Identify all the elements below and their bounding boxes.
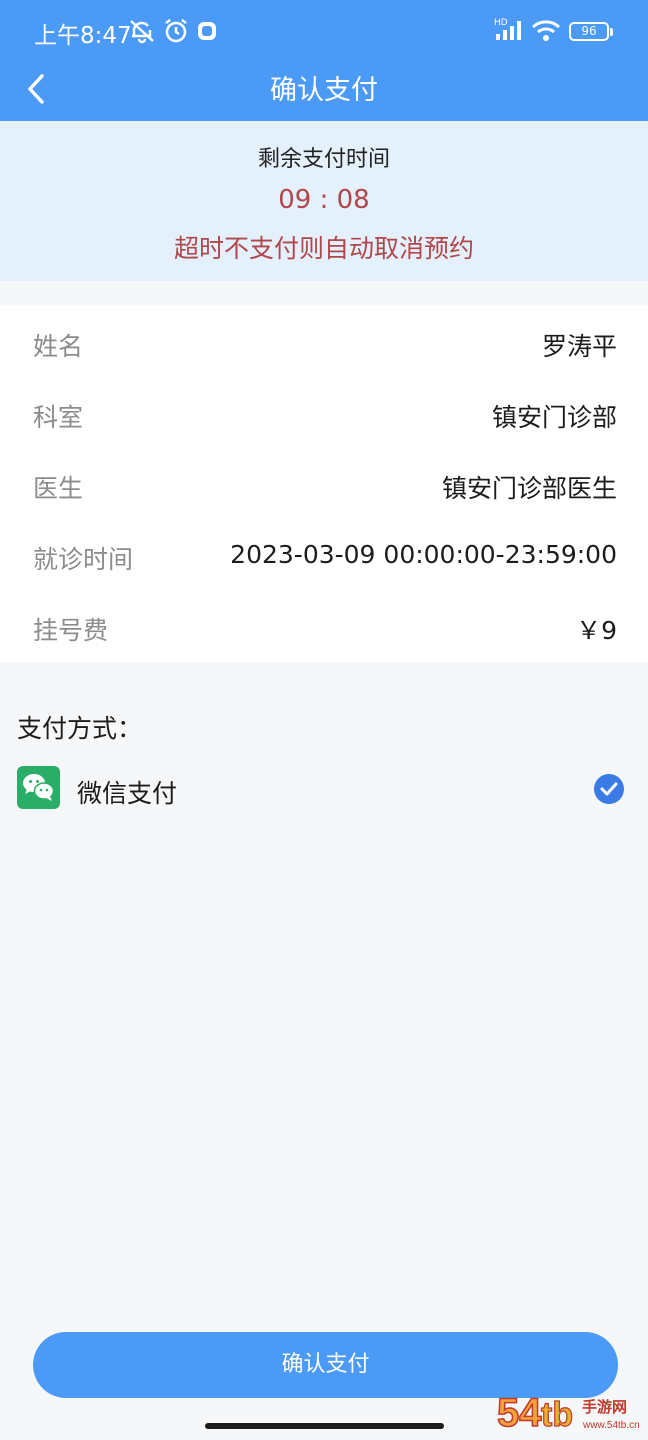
status-bar: 上午8:47 HD 96 bbox=[0, 0, 648, 60]
signal-icon: HD bbox=[494, 18, 526, 48]
alarm-icon bbox=[163, 18, 189, 48]
payment-method-title: 支付方式： bbox=[17, 714, 143, 743]
timeout-warning: 超时不支付则自动取消预约 bbox=[173, 234, 474, 263]
info-label: 就诊时间 bbox=[33, 545, 134, 574]
department-value: 镇安门诊部 bbox=[491, 403, 617, 432]
info-row-department: 科室 镇安门诊部 bbox=[0, 384, 648, 444]
svg-text:手游网: 手游网 bbox=[582, 1398, 627, 1416]
doctor-value: 镇安门诊部医生 bbox=[441, 474, 617, 503]
payment-option-wechat[interactable]: 微信支付 bbox=[0, 762, 648, 818]
wifi-icon bbox=[531, 18, 561, 48]
svg-text:tb: tb bbox=[541, 1396, 573, 1434]
info-row-name: 姓名 罗涛平 bbox=[0, 313, 648, 373]
check-circle-icon[interactable] bbox=[594, 774, 624, 804]
info-label: 科室 bbox=[33, 403, 84, 432]
svg-text:54: 54 bbox=[497, 1391, 542, 1435]
countdown-panel: 剩余支付时间 09 : 08 超时不支付则自动取消预约 bbox=[0, 121, 648, 281]
watermark-logo: 54 tb 手游网 www.54tb.cn bbox=[496, 1386, 647, 1436]
app-notification-icon bbox=[197, 21, 217, 45]
navbar: 确认支付 bbox=[0, 60, 648, 121]
visit-time-value: 2023-03-09 00:00:00-23:59:00 bbox=[230, 540, 617, 569]
appointment-info-card: 姓名 罗涛平 科室 镇安门诊部 医生 镇安门诊部医生 就诊时间 2023-03-… bbox=[0, 305, 648, 662]
info-label: 医生 bbox=[33, 474, 84, 503]
svg-text:www.54tb.cn: www.54tb.cn bbox=[582, 1420, 640, 1431]
patient-name: 罗涛平 bbox=[541, 332, 617, 361]
battery-icon: 96 bbox=[569, 22, 613, 41]
mute-icon bbox=[128, 18, 156, 48]
page-title: 确认支付 bbox=[270, 75, 378, 106]
info-row-fee: 挂号费 ￥9 bbox=[0, 597, 648, 657]
info-row-doctor: 医生 镇安门诊部医生 bbox=[0, 455, 648, 515]
info-row-visit-time: 就诊时间 2023-03-09 00:00:00-23:59:00 bbox=[0, 526, 648, 586]
info-label: 姓名 bbox=[33, 332, 84, 361]
info-label: 挂号费 bbox=[33, 616, 109, 645]
wechat-icon bbox=[17, 766, 60, 809]
payment-method-name: 微信支付 bbox=[77, 779, 178, 808]
app-header: 上午8:47 HD 96 确认支付 bbox=[0, 0, 648, 121]
home-indicator[interactable] bbox=[205, 1423, 444, 1429]
countdown-value: 09 : 08 bbox=[278, 185, 370, 215]
countdown-label: 剩余支付时间 bbox=[257, 147, 390, 172]
fee-value: ￥9 bbox=[576, 616, 617, 645]
network-type-label: HD bbox=[494, 18, 508, 28]
status-time: 上午8:47 bbox=[34, 23, 132, 49]
